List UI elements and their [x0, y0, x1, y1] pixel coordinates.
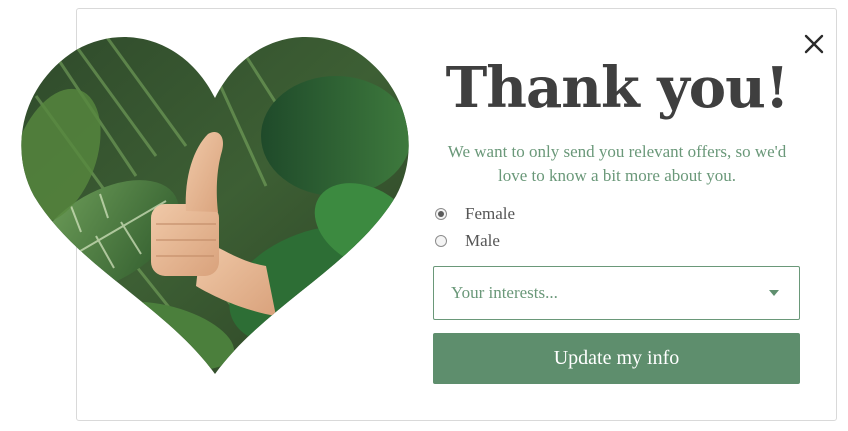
gender-option-male[interactable]: Male	[435, 231, 500, 251]
radio-male[interactable]	[435, 235, 447, 247]
close-icon	[804, 34, 824, 54]
heart-photo	[16, 36, 414, 382]
radio-female[interactable]	[435, 208, 447, 220]
interests-select[interactable]: Your interests...	[433, 266, 800, 320]
radio-label-female: Female	[465, 204, 516, 223]
update-info-button[interactable]: Update my info	[433, 333, 800, 384]
subtitle-text: We want to only send you relevant offers…	[447, 142, 787, 185]
gender-option-female[interactable]: Female	[435, 204, 515, 224]
interests-placeholder: Your interests...	[451, 283, 558, 302]
radio-label-male: Male	[465, 231, 500, 250]
chevron-down-icon	[769, 290, 779, 296]
page-title: Thank you!	[445, 55, 790, 121]
close-button[interactable]	[800, 30, 828, 58]
